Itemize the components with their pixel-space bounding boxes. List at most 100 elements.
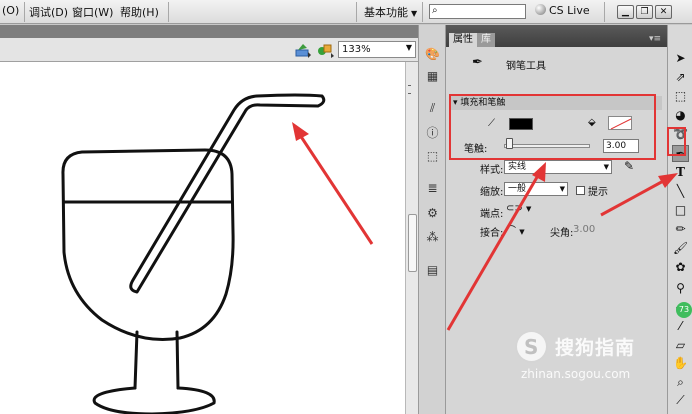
zoom-value: 133% bbox=[342, 44, 371, 55]
glass-base bbox=[92, 386, 216, 414]
miter-label: 尖角: bbox=[550, 228, 574, 239]
document-tab-bar bbox=[0, 25, 418, 38]
glass-drawing bbox=[61, 93, 326, 414]
watermark-url: zhinan.sogou.com bbox=[521, 367, 631, 381]
menu-divider bbox=[422, 2, 423, 22]
hint-checkbox[interactable] bbox=[576, 186, 585, 195]
transform-icon[interactable]: ⬚ bbox=[425, 149, 440, 164]
subselection-tool-icon[interactable]: ⇗ bbox=[672, 69, 689, 86]
restore-icon: ❐ bbox=[640, 7, 649, 17]
menu-bar: (O) 调试(D) 窗口(W) 帮助(H) 基本功能 ▼ ⌕ CS Live ▁ … bbox=[0, 0, 692, 24]
style-select[interactable]: 实线 ▼ bbox=[504, 160, 612, 174]
chevron-down-icon: ▼ bbox=[559, 185, 565, 193]
align-icon[interactable]: ⫽ bbox=[425, 101, 440, 116]
zoom-tool-icon[interactable]: ⌕ bbox=[672, 374, 689, 391]
highlight-box-fill-stroke bbox=[449, 94, 656, 160]
edit-bar: 133% ▼ bbox=[0, 38, 418, 62]
edit-stroke-style-icon[interactable]: ✎ bbox=[624, 159, 634, 173]
search-input[interactable]: ⌕ bbox=[429, 4, 526, 19]
close-button[interactable]: ✕ bbox=[655, 5, 672, 19]
watermark-text: 搜狗指南 bbox=[555, 337, 636, 359]
menu-divider bbox=[604, 2, 605, 22]
watermark-s-icon: S bbox=[524, 335, 538, 359]
workspace-switcher[interactable]: 基本功能 ▼ bbox=[364, 4, 417, 20]
info-icon[interactable]: ⓘ bbox=[425, 126, 440, 141]
menu-divider bbox=[168, 2, 169, 22]
scale-label: 缩放: bbox=[480, 187, 504, 198]
chevron-down-icon: ▼ bbox=[411, 9, 418, 18]
edit-scene-icon[interactable] bbox=[295, 42, 311, 58]
join-round-icon: ⌒ bbox=[506, 226, 516, 237]
svg-text:S: S bbox=[524, 335, 538, 359]
glass-bowl bbox=[61, 148, 235, 342]
tab-library[interactable]: 库 bbox=[477, 33, 495, 47]
stroke-color-tool-icon[interactable]: ⟋ bbox=[672, 392, 689, 409]
tab-properties[interactable]: 属性 bbox=[449, 33, 477, 47]
cap-select[interactable]: ⊂⊃ ▼ bbox=[506, 203, 531, 214]
bone-tool-icon[interactable]: ⚲ bbox=[672, 280, 689, 297]
eyedropper-tool-icon[interactable]: ⁄ bbox=[672, 318, 689, 335]
brush-tool-icon[interactable]: 🖌 bbox=[672, 240, 689, 257]
sogou-logo: S bbox=[515, 330, 548, 363]
minimize-button[interactable]: ▁ bbox=[617, 5, 634, 19]
stage-canvas[interactable] bbox=[0, 62, 405, 414]
highlight-box-pen-tool bbox=[667, 127, 686, 156]
free-transform-tool-icon[interactable]: ⬚ bbox=[672, 88, 689, 105]
workspace-label: 基本功能 bbox=[364, 6, 408, 19]
menu-divider bbox=[356, 2, 357, 22]
vertical-scrollbar[interactable] bbox=[405, 62, 418, 414]
deco-tool-icon[interactable]: ✿ bbox=[672, 259, 689, 276]
join-select[interactable]: ⌒ ▼ bbox=[506, 222, 525, 237]
tool-name: 钢笔工具 bbox=[506, 61, 546, 72]
join-label: 接合: bbox=[480, 228, 504, 239]
restore-button[interactable]: ❐ bbox=[636, 5, 653, 19]
swatches-icon[interactable]: ▦ bbox=[425, 69, 440, 84]
style-value: 实线 bbox=[508, 162, 527, 172]
scroll-grip-icon bbox=[408, 85, 411, 94]
menu-item-debug[interactable]: 调试(D) bbox=[29, 4, 68, 20]
menu-item-help[interactable]: 帮助(H) bbox=[120, 4, 159, 20]
cap-round-icon: ⊂⊃ bbox=[506, 203, 523, 214]
cs-live-label: CS Live bbox=[549, 4, 590, 17]
components-icon[interactable]: ⚙ bbox=[425, 206, 440, 221]
notification-badge: 73 bbox=[676, 302, 692, 318]
menu-item-window[interactable]: 窗口(W) bbox=[72, 4, 113, 20]
panel-menu-icon[interactable]: ▾≡ bbox=[649, 34, 661, 44]
cs-live-button[interactable]: CS Live bbox=[535, 4, 590, 17]
search-icon: ⌕ bbox=[432, 5, 438, 16]
history-icon[interactable]: ≣ bbox=[425, 181, 440, 196]
zoom-select[interactable]: 133% ▼ bbox=[338, 41, 416, 58]
scroll-thumb[interactable] bbox=[408, 214, 417, 272]
text-tool-icon[interactable]: T bbox=[672, 164, 689, 181]
menu-divider bbox=[24, 2, 25, 22]
hint-label: 提示 bbox=[588, 187, 608, 198]
motion-presets-icon[interactable]: ⁂ bbox=[425, 230, 440, 245]
close-icon: ✕ bbox=[659, 7, 668, 17]
chevron-down-icon: ▼ bbox=[519, 228, 525, 236]
cap-label: 端点: bbox=[480, 209, 504, 220]
rectangle-tool-icon[interactable]: □ bbox=[672, 202, 689, 219]
chevron-down-icon: ▼ bbox=[405, 43, 412, 52]
edit-symbols-icon[interactable] bbox=[317, 42, 335, 58]
style-label: 样式: bbox=[480, 165, 504, 176]
selection-tool-icon[interactable]: ➤ bbox=[672, 50, 689, 67]
eraser-tool-icon[interactable]: ▱ bbox=[672, 337, 689, 354]
straw bbox=[129, 93, 326, 294]
flash-window: (O) 调试(D) 窗口(W) 帮助(H) 基本功能 ▼ ⌕ CS Live ▁ … bbox=[0, 0, 692, 414]
cs-live-icon bbox=[535, 4, 546, 15]
3d-rotation-tool-icon[interactable]: ◕ bbox=[672, 107, 689, 124]
scale-value: 一般 bbox=[508, 184, 527, 194]
minimize-icon: ▁ bbox=[622, 7, 629, 17]
tools-panel: ➤ ⇗ ⬚ ◕ ➰ ✒ T ╲ □ ✏ 🖌 ✿ ⚲ ⬙ ⁄ ▱ ✋ ⌕ ⟋ bbox=[667, 25, 692, 414]
panel-header: 属性 库 ▾≡ bbox=[446, 25, 667, 47]
menu-item-o[interactable]: (O) bbox=[2, 4, 19, 17]
color-panel-icon[interactable]: 🎨 bbox=[425, 47, 440, 62]
hand-tool-icon[interactable]: ✋ bbox=[672, 355, 689, 372]
miter-value[interactable]: 3.00 bbox=[573, 224, 595, 235]
scene-icon[interactable]: ▤ bbox=[425, 263, 440, 278]
scale-select[interactable]: 一般 ▼ bbox=[504, 182, 568, 196]
line-tool-icon[interactable]: ╲ bbox=[672, 183, 689, 200]
chevron-down-icon: ▼ bbox=[525, 205, 532, 213]
pen-tool-icon: ✒ bbox=[472, 55, 483, 70]
pencil-tool-icon[interactable]: ✏ bbox=[672, 221, 689, 238]
